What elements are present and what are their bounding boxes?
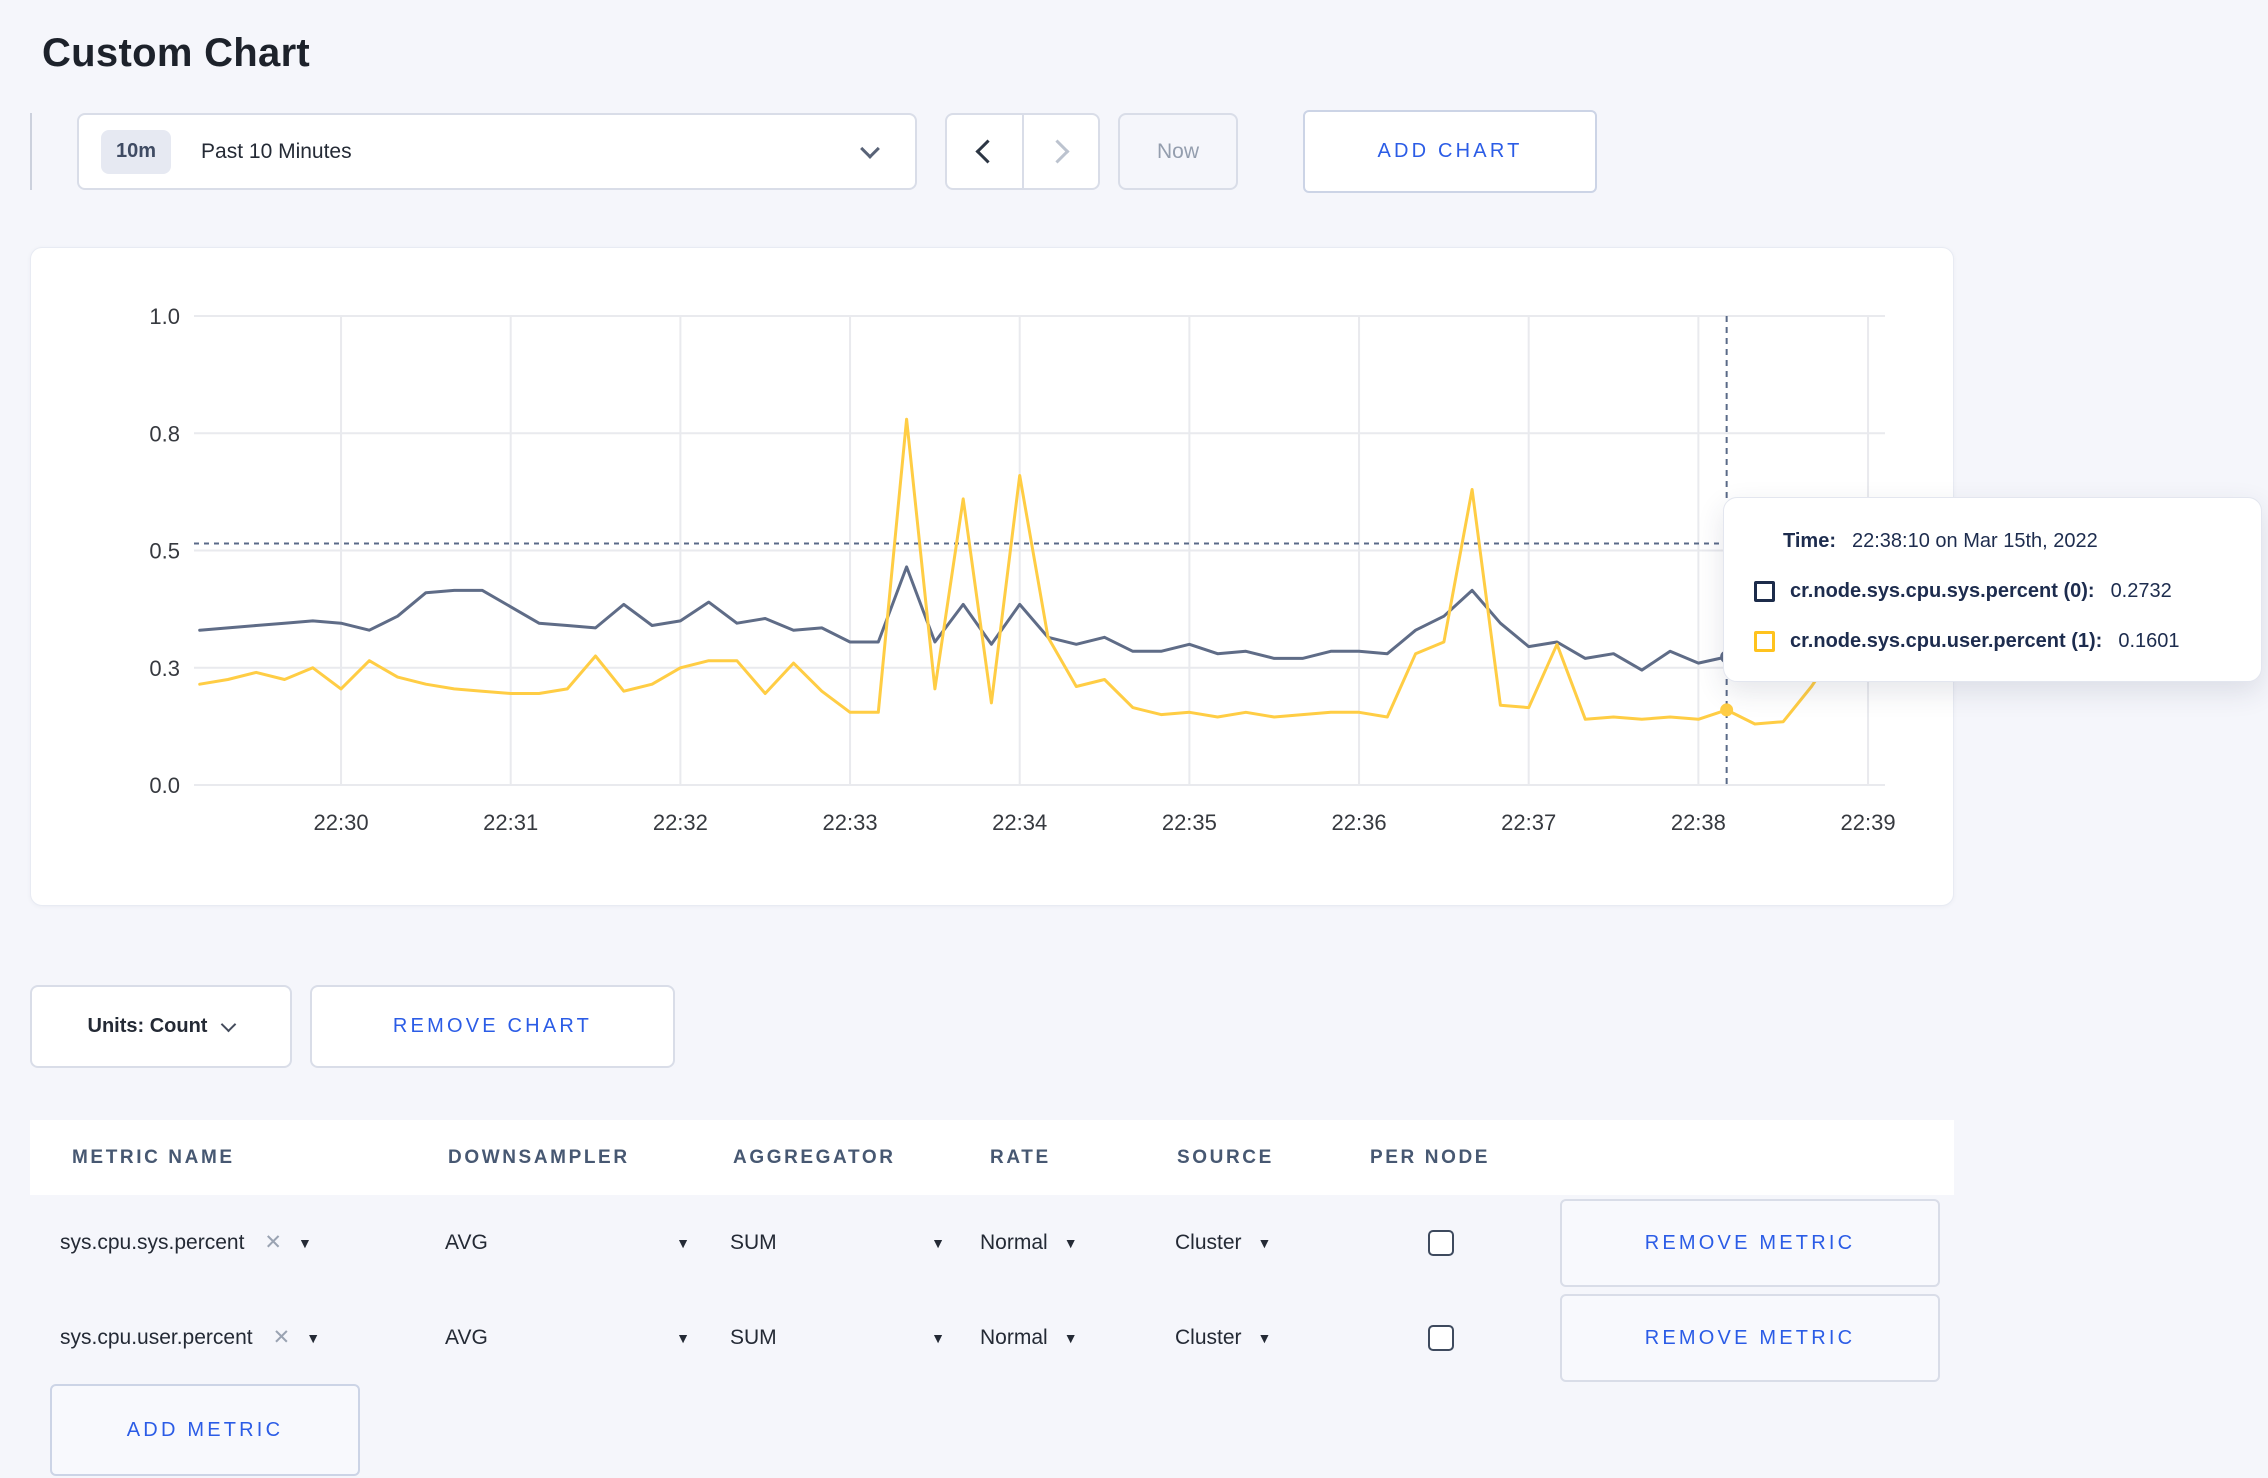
- clear-metric-icon[interactable]: ✕: [264, 1230, 282, 1255]
- chart-tooltip: Time: 22:38:10 on Mar 15th, 2022 cr.node…: [1723, 497, 2262, 682]
- series-line-sys: [198, 565, 1885, 672]
- per-node-checkbox[interactable]: [1428, 1324, 1454, 1351]
- y-axis-tick-label: 0.8: [149, 421, 180, 446]
- aggregator-value: SUM: [730, 1230, 777, 1254]
- header-downsampler: DOWNSAMPLER: [448, 1146, 630, 1168]
- x-axis-tick-label: 22:33: [823, 810, 878, 835]
- header-metric-name: METRIC NAME: [72, 1146, 235, 1168]
- x-axis-tick-label: 22:32: [653, 810, 708, 835]
- x-axis-tick-label: 22:30: [314, 810, 369, 835]
- tooltip-time-value: 22:38:10 on Mar 15th, 2022: [1851, 529, 2098, 552]
- dropdown-arrow-icon: ▼: [1063, 1329, 1078, 1346]
- timeframe-label: Past 10 Minutes: [201, 139, 352, 163]
- x-axis-tick-label: 22:39: [1841, 810, 1896, 835]
- chart-card: 0.0 0.3 0.5 0.8 1.0 22:30 22:31 22:32 22:33 22:34…: [30, 247, 1954, 906]
- aggregator-value: SUM: [730, 1325, 777, 1349]
- series-line-user: [198, 417, 1885, 726]
- y-axis-tick-label: 1.0: [149, 304, 180, 329]
- clear-metric-icon[interactable]: ✕: [273, 1325, 291, 1350]
- aggregator-select[interactable]: SUM ▼: [730, 1195, 945, 1290]
- tooltip-time-label: Time:: [1783, 529, 1836, 552]
- add-chart-button[interactable]: ADD CHART: [1303, 110, 1597, 193]
- dropdown-arrow-icon: ▼: [306, 1329, 321, 1346]
- x-axis-tick-label: 22:37: [1501, 810, 1556, 835]
- chevron-left-icon: [975, 139, 1000, 164]
- x-axis-tick-label: 22:38: [1671, 810, 1726, 835]
- units-dropdown[interactable]: Units: Count: [30, 985, 292, 1068]
- source-select[interactable]: Cluster ▼: [1175, 1195, 1271, 1290]
- header-aggregator: AGGREGATOR: [733, 1146, 896, 1168]
- remove-metric-button[interactable]: REMOVE METRIC: [1560, 1294, 1940, 1382]
- now-button[interactable]: Now: [1118, 113, 1238, 190]
- aggregator-select[interactable]: SUM ▼: [730, 1290, 945, 1385]
- metric-name-select[interactable]: sys.cpu.user.percent ✕ ▼: [60, 1290, 320, 1385]
- metrics-table: METRIC NAME DOWNSAMPLER AGGREGATOR RATE …: [30, 1120, 1954, 1385]
- chevron-down-icon: [221, 1016, 237, 1032]
- page-title: Custom Chart: [42, 30, 311, 75]
- dropdown-arrow-icon: ▼: [931, 1234, 945, 1251]
- x-axis-tick-label: 22:35: [1162, 810, 1217, 835]
- timeframe-dropdown[interactable]: 10m Past 10 Minutes: [77, 113, 917, 190]
- time-forward-button[interactable]: [1024, 115, 1099, 188]
- rate-value: Normal: [980, 1230, 1048, 1254]
- header-per-node: PER NODE: [1370, 1146, 1491, 1168]
- tooltip-series-sys-value: 0.2732: [2110, 579, 2172, 602]
- downsampler-value: AVG: [445, 1325, 488, 1349]
- remove-chart-button[interactable]: REMOVE CHART: [310, 985, 675, 1068]
- x-axis-tick-label: 22:34: [992, 810, 1047, 835]
- source-value: Cluster: [1175, 1325, 1242, 1349]
- add-metric-button[interactable]: ADD METRIC: [50, 1384, 360, 1476]
- header-source: SOURCE: [1177, 1146, 1274, 1168]
- x-axis-tick-label: 22:36: [1332, 810, 1387, 835]
- dropdown-arrow-icon: ▼: [298, 1234, 312, 1251]
- time-back-button[interactable]: [947, 115, 1024, 188]
- dropdown-arrow-icon: ▼: [1063, 1234, 1078, 1251]
- time-pager: [945, 113, 1100, 190]
- metric-row: sys.cpu.user.percent ✕ ▼ AVG ▼ SUM ▼ Nor…: [30, 1290, 1954, 1385]
- downsampler-value: AVG: [445, 1230, 488, 1254]
- metric-row: sys.cpu.sys.percent ✕ ▼ AVG ▼ SUM ▼ Norm…: [30, 1195, 1954, 1290]
- chevron-down-icon: [860, 138, 880, 159]
- dropdown-arrow-icon: ▼: [1257, 1234, 1272, 1251]
- metrics-table-header: METRIC NAME DOWNSAMPLER AGGREGATOR RATE …: [30, 1120, 1954, 1195]
- tooltip-series-user-label: cr.node.sys.cpu.user.percent (1):: [1790, 629, 2103, 652]
- rate-value: Normal: [980, 1325, 1048, 1349]
- source-select[interactable]: Cluster ▼: [1175, 1290, 1271, 1385]
- series-user-swatch-icon: [1754, 630, 1775, 652]
- metric-name-select[interactable]: sys.cpu.sys.percent ✕ ▼: [60, 1195, 312, 1290]
- controls-left-divider: [30, 113, 32, 190]
- metric-name-value: sys.cpu.user.percent: [60, 1325, 253, 1349]
- metric-name-value: sys.cpu.sys.percent: [60, 1230, 245, 1254]
- series-sys-swatch-icon: [1754, 580, 1775, 602]
- y-axis-tick-label: 0.3: [149, 656, 180, 681]
- rate-select[interactable]: Normal ▼: [980, 1195, 1078, 1290]
- hover-marker: [1720, 703, 1734, 717]
- rate-select[interactable]: Normal ▼: [980, 1290, 1078, 1385]
- dropdown-arrow-icon: ▼: [676, 1329, 690, 1346]
- chart-plot-area[interactable]: 0.0 0.3 0.5 0.8 1.0 22:30 22:31 22:32 22:33 22:34…: [31, 248, 1955, 907]
- per-node-checkbox[interactable]: [1428, 1229, 1454, 1256]
- x-axis-tick-label: 22:31: [483, 810, 538, 835]
- tooltip-series-sys-label: cr.node.sys.cpu.sys.percent (0):: [1790, 579, 2095, 602]
- downsampler-select[interactable]: AVG ▼: [445, 1290, 690, 1385]
- chevron-right-icon: [1045, 139, 1070, 164]
- dropdown-arrow-icon: ▼: [931, 1329, 945, 1346]
- timeframe-badge: 10m: [101, 129, 172, 174]
- header-rate: RATE: [990, 1146, 1051, 1168]
- source-value: Cluster: [1175, 1230, 1242, 1254]
- dropdown-arrow-icon: ▼: [1257, 1329, 1272, 1346]
- downsampler-select[interactable]: AVG ▼: [445, 1195, 690, 1290]
- dropdown-arrow-icon: ▼: [676, 1234, 690, 1251]
- remove-metric-button[interactable]: REMOVE METRIC: [1560, 1199, 1940, 1287]
- y-axis-tick-label: 0.0: [149, 773, 180, 798]
- tooltip-series-user-value: 0.1601: [2118, 629, 2180, 652]
- units-label: Units: Count: [87, 1015, 208, 1037]
- y-axis-tick-label: 0.5: [149, 539, 180, 564]
